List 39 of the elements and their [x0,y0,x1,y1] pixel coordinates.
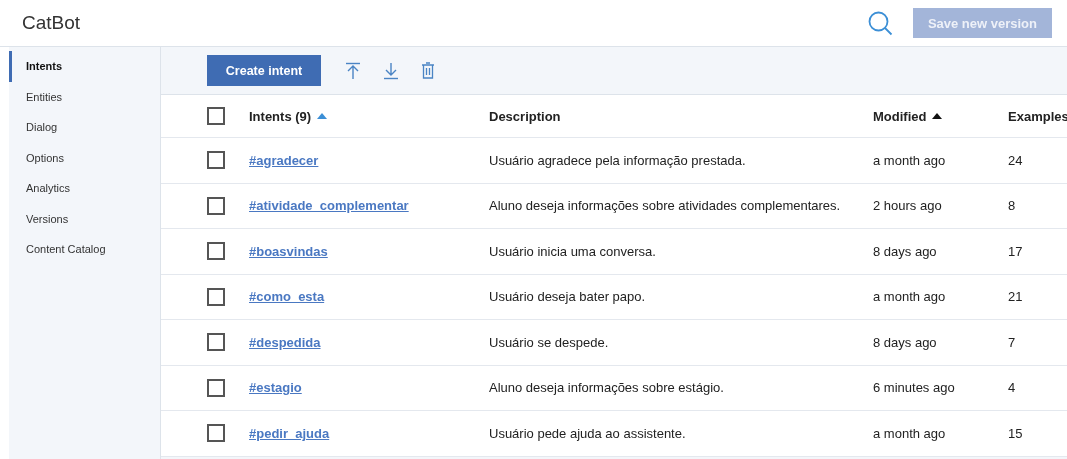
intent-link[interactable]: #como_esta [249,289,325,305]
table-cell: a month ago [873,152,946,168]
table-cell: Usuário pede ajuda ao assistente. [489,425,686,441]
table-cell: 17 [1008,243,1023,259]
table-cell: Aluno deseja informações sobre estágio. [489,380,724,396]
column-header[interactable]: Modified [873,108,927,124]
sidebar-item[interactable]: Versions [9,203,160,234]
table-cell: 8 [1008,198,1016,214]
table-cell: 4 [1008,380,1016,396]
sidebar-item[interactable]: Content Catalog [9,234,160,265]
table-cell: 15 [1008,425,1023,441]
sidebar-item[interactable]: Dialog [9,112,160,143]
column-header[interactable]: Intents (9) [249,108,312,124]
intent-link[interactable]: #estagio [249,380,302,396]
sidebar-item[interactable]: Entities [9,81,160,112]
intent-link[interactable]: #boasvindas [249,243,328,259]
table-cell: 24 [1008,152,1023,168]
intent-link[interactable]: #agradecer [249,152,319,168]
intent-link[interactable]: #pedir_ajuda [249,425,330,441]
table-cell: a month ago [873,425,946,441]
table-cell: 8 days ago [873,243,937,259]
create-intent-button[interactable]: Create intent [207,55,321,86]
app-title: CatBot [22,12,81,34]
table-cell: 8 days ago [873,334,937,350]
column-header[interactable]: Description [489,108,561,124]
table-cell: Aluno deseja informações sobre atividades complementares. [489,198,841,214]
table-cell: Usuário se despede. [489,334,609,350]
intent-link[interactable]: #atividade_complementar [249,198,409,214]
sidebar-item[interactable]: Options [9,142,160,173]
table-cell: 7 [1008,334,1016,350]
table-cell: Usuário inicia uma conversa. [489,243,656,259]
sidebar-item[interactable]: Analytics [9,173,160,204]
table-cell: 2 hours ago [873,198,942,214]
table-cell: a month ago [873,289,946,305]
intent-link[interactable]: #despedida [249,334,321,350]
table-cell: 6 minutes ago [873,380,955,396]
table-cell: 21 [1008,289,1023,305]
table-cell: Usuário deseja bater papo. [489,289,646,305]
table-cell: Usuário agradece pela informação prestada. [489,152,746,168]
